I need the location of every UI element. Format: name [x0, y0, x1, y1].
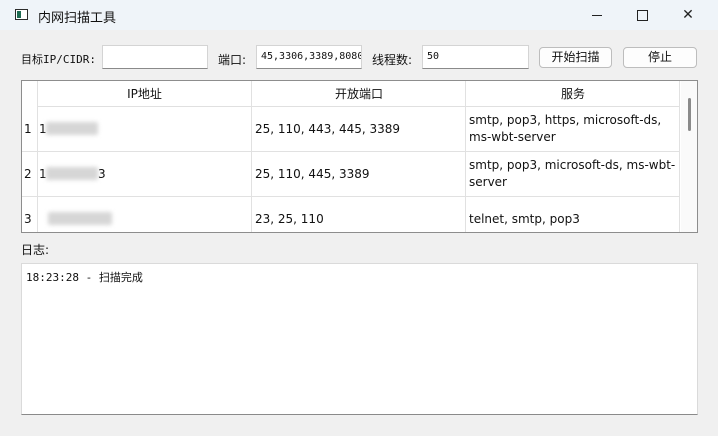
window-title: 内网扫描工具 — [38, 11, 117, 26]
minimize-icon — [592, 14, 602, 16]
services-cell-line2: ms-wbt-server — [469, 130, 556, 144]
title-bar: 内网扫描工具 ✕ — [0, 0, 718, 30]
ports-cell: 25, 110, 443, 445, 3389 — [255, 122, 401, 136]
services-cell: telnet, smtp, pop3 — [469, 212, 580, 226]
column-divider — [37, 81, 38, 232]
log-label: 日志: — [21, 243, 50, 257]
close-icon: ✕ — [682, 7, 694, 23]
column-header-ports[interactable]: 开放端口 — [252, 81, 466, 107]
minimize-button[interactable] — [574, 0, 620, 30]
row-number: 1 — [24, 122, 32, 136]
maximize-button[interactable] — [619, 0, 665, 30]
start-scan-button[interactable]: 开始扫描 — [539, 47, 612, 68]
row-number: 2 — [24, 167, 32, 181]
target-label: 目标IP/CIDR: — [21, 53, 96, 66]
ports-cell: 23, 25, 110 — [255, 212, 324, 226]
redaction-blur — [46, 167, 98, 180]
app-icon — [15, 9, 28, 20]
stop-button[interactable]: 停止 — [623, 47, 697, 68]
column-divider — [251, 81, 252, 232]
log-textarea[interactable]: 18:23:28 - 扫描完成 — [21, 263, 698, 415]
column-divider — [465, 81, 466, 232]
threads-input[interactable]: 50 — [422, 45, 529, 69]
row-number: 3 — [24, 212, 32, 226]
services-cell-line1: smtp, pop3, https, microsoft-ds, — [469, 113, 662, 127]
column-header-services[interactable]: 服务 — [466, 81, 680, 107]
ip-cell-suffix: 3 — [98, 167, 106, 181]
services-cell-line2: server — [469, 175, 507, 189]
log-line: 18:23:28 - 扫描完成 — [26, 271, 143, 284]
row-divider — [22, 151, 680, 152]
row-divider — [22, 196, 680, 197]
maximize-icon — [636, 9, 648, 21]
redaction-blur — [46, 122, 98, 135]
redaction-blur — [48, 212, 112, 225]
column-header-ip[interactable]: IP地址 — [37, 81, 252, 107]
services-cell-line1: smtp, pop3, microsoft-ds, ms-wbt- — [469, 158, 676, 172]
threads-label: 线程数: — [372, 53, 413, 67]
port-label: 端口: — [218, 53, 247, 67]
ports-cell: 25, 110, 445, 3389 — [255, 167, 370, 181]
results-table: IP地址 开放端口 服务 1 1 25, 110, 443, 445, 3389… — [21, 80, 698, 233]
target-input[interactable] — [102, 45, 208, 69]
port-input[interactable]: 45,3306,3389,8080 — [256, 45, 362, 69]
close-button[interactable]: ✕ — [665, 0, 711, 30]
column-divider — [679, 81, 680, 232]
scrollbar-thumb[interactable] — [688, 98, 691, 131]
